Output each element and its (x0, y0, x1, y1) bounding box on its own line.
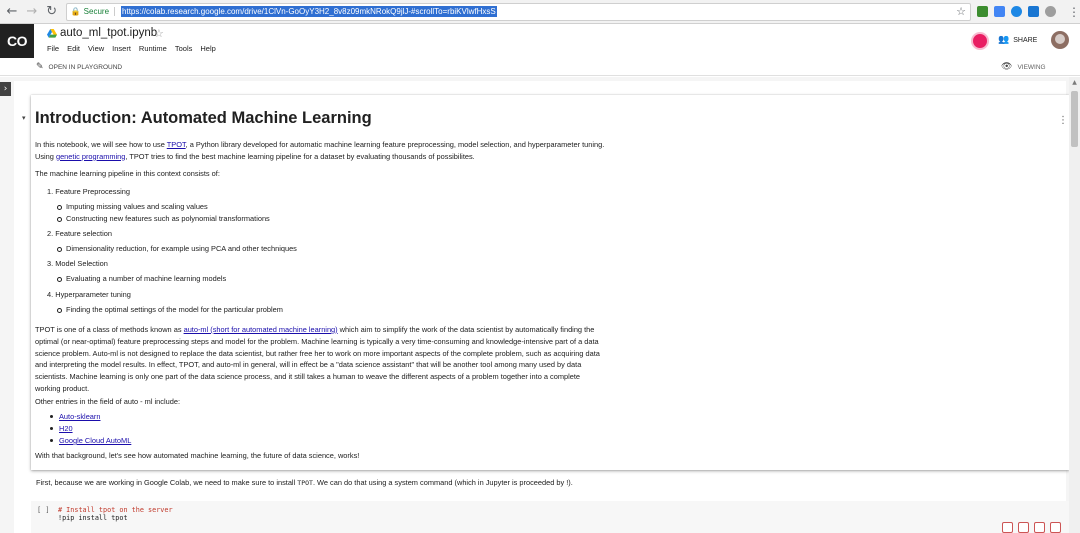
collaborator-avatar[interactable] (971, 32, 989, 50)
install-text-2: . We can do that using a system command … (312, 478, 573, 487)
list-item: 4. Hyperparameter tuning (47, 290, 131, 299)
extension-icon-1[interactable] (977, 6, 989, 17)
automl-text-1: TPOT is one of a class of methods known … (35, 325, 184, 334)
viewing-label: VIEWING (1017, 63, 1046, 71)
intro-text-3: , TPOT tries to find the best machine le… (125, 151, 475, 161)
share-button[interactable]: 👥 SHARE (998, 35, 1037, 45)
share-label: SHARE (1013, 36, 1038, 44)
lock-icon: 🔒 (70, 6, 81, 16)
tpot-link[interactable]: TPOT (167, 140, 186, 149)
notebook-canvas: › ▾ ⋮ Introduction: Automated Machine Le… (0, 77, 1080, 533)
list-item: 1. Feature Preprocessing (47, 187, 130, 196)
google-cloud-automl-link[interactable]: Google Cloud AutoML (49, 435, 131, 447)
viewing-status[interactable]: 👁 VIEWING (1001, 62, 1046, 72)
notebook-toolbar: ✎ OPEN IN PLAYGROUND 👁 VIEWING (0, 58, 1080, 76)
secure-label: Secure (84, 7, 116, 16)
menu-view[interactable]: View (88, 44, 104, 53)
expand-sidebar-icon[interactable]: › (0, 82, 11, 96)
menu-runtime[interactable]: Runtime (139, 44, 167, 53)
automl-text-2: which aim to simplify the work of the da… (35, 325, 600, 393)
google-drive-icon (47, 29, 57, 38)
automl-paragraph: TPOT is one of a class of methods known … (35, 324, 607, 395)
star-icon[interactable]: ☆ (154, 27, 164, 40)
extensions-area: ⋮ (977, 5, 1080, 19)
auto-sklearn-link[interactable]: Auto-sklearn (50, 411, 101, 423)
ime-icon-1[interactable] (1002, 522, 1013, 533)
back-icon[interactable]: ← (4, 4, 20, 20)
colab-logo[interactable]: CO (0, 24, 34, 58)
code-editor[interactable]: # Install tpot on the server !pip instal… (58, 506, 173, 522)
menu-tools[interactable]: Tools (175, 44, 193, 53)
cell-more-icon[interactable]: ⋮ (1058, 115, 1068, 126)
list-item: Dimensionality reduction, for example us… (57, 244, 297, 253)
genetic-programming-link[interactable]: genetic programming (56, 152, 125, 161)
bookmark-star-icon[interactable]: ☆ (956, 5, 966, 18)
people-icon: 👥 (998, 35, 1010, 45)
menu-bar: File Edit View Insert Runtime Tools Help (47, 44, 216, 53)
ime-icon-2[interactable] (1018, 522, 1029, 533)
install-text-1: First, because we are working in Google … (36, 478, 298, 487)
menu-insert[interactable]: Insert (112, 44, 131, 53)
ime-icon-4[interactable] (1050, 522, 1061, 533)
section-heading: Introduction: Automated Machine Learning (35, 109, 372, 127)
account-avatar[interactable] (1051, 31, 1069, 49)
code-cell[interactable]: [ ] # Install tpot on the server !pip in… (31, 501, 1069, 533)
browser-menu-icon[interactable]: ⋮ (1068, 5, 1080, 19)
run-cell-button[interactable]: [ ] (37, 506, 50, 514)
collapse-section-icon[interactable]: ▾ (22, 114, 26, 122)
open-in-playground-label: OPEN IN PLAYGROUND (48, 63, 123, 71)
extension-icon-2[interactable] (994, 6, 1006, 17)
menu-help[interactable]: Help (200, 44, 215, 53)
extension-icon-5[interactable] (1045, 6, 1057, 17)
extension-icon-3[interactable] (1011, 6, 1023, 17)
auto-ml-link[interactable]: auto-ml (short for automated machine lea… (184, 325, 338, 334)
ime-icon-3[interactable] (1034, 522, 1045, 533)
page-scrollbar[interactable]: ▲ (1069, 77, 1080, 533)
notebook-page: ▾ ⋮ Introduction: Automated Machine Lear… (14, 81, 1069, 533)
open-in-playground-button[interactable]: ✎ OPEN IN PLAYGROUND (36, 62, 122, 72)
url-text[interactable]: https://colab.research.google.com/drive/… (121, 6, 497, 17)
list-item: 2. Feature selection (47, 229, 112, 238)
edit-pencil-icon: ✎ (36, 62, 44, 72)
scrollbar-thumb[interactable] (1071, 91, 1078, 147)
markdown-cell[interactable]: ⋮ Introduction: Automated Machine Learni… (31, 95, 1069, 470)
list-item: Finding the optimal settings of the mode… (57, 305, 283, 314)
browser-toolbar: ← → ↻ 🔒 Secure https://colab.research.go… (0, 0, 1080, 24)
menu-file[interactable]: File (47, 44, 59, 53)
address-bar[interactable]: 🔒 Secure https://colab.research.google.c… (65, 2, 972, 21)
notebook-title[interactable]: auto_ml_tpot.ipynb (60, 27, 157, 39)
extension-icon-4[interactable] (1028, 6, 1040, 17)
list-item: Constructing new features such as polyno… (57, 214, 270, 223)
scroll-up-icon[interactable]: ▲ (1069, 77, 1080, 88)
list-item: Imputing missing values and scaling valu… (57, 202, 208, 211)
intro-text-1: In this notebook, we will see how to use (35, 140, 167, 149)
other-entries-text: Other entries in the field of auto - ml … (35, 397, 181, 406)
install-instructions: First, because we are working in Google … (36, 478, 573, 487)
pipeline-intro: The machine learning pipeline in this co… (35, 169, 220, 178)
code-command: !pip install tpot (58, 514, 128, 522)
list-item: 3. Model Selection (47, 259, 108, 268)
eye-icon: 👁 (1001, 62, 1013, 72)
list-item: Evaluating a number of machine learning … (56, 274, 227, 283)
code-comment: # Install tpot on the server (58, 506, 173, 514)
h20-link[interactable]: H20 (50, 423, 73, 435)
forward-icon[interactable]: → (24, 4, 40, 20)
intro-paragraph: In this notebook, we will see how to use… (35, 139, 615, 163)
reload-icon[interactable]: ↻ (44, 4, 60, 20)
colab-header: CO auto_ml_tpot.ipynb ☆ File Edit View I… (0, 24, 1080, 58)
menu-edit[interactable]: Edit (67, 44, 80, 53)
inline-code: TPOT (297, 479, 313, 487)
closing-text: With that background, let's see how auto… (35, 451, 360, 460)
ime-tray (1002, 522, 1061, 533)
